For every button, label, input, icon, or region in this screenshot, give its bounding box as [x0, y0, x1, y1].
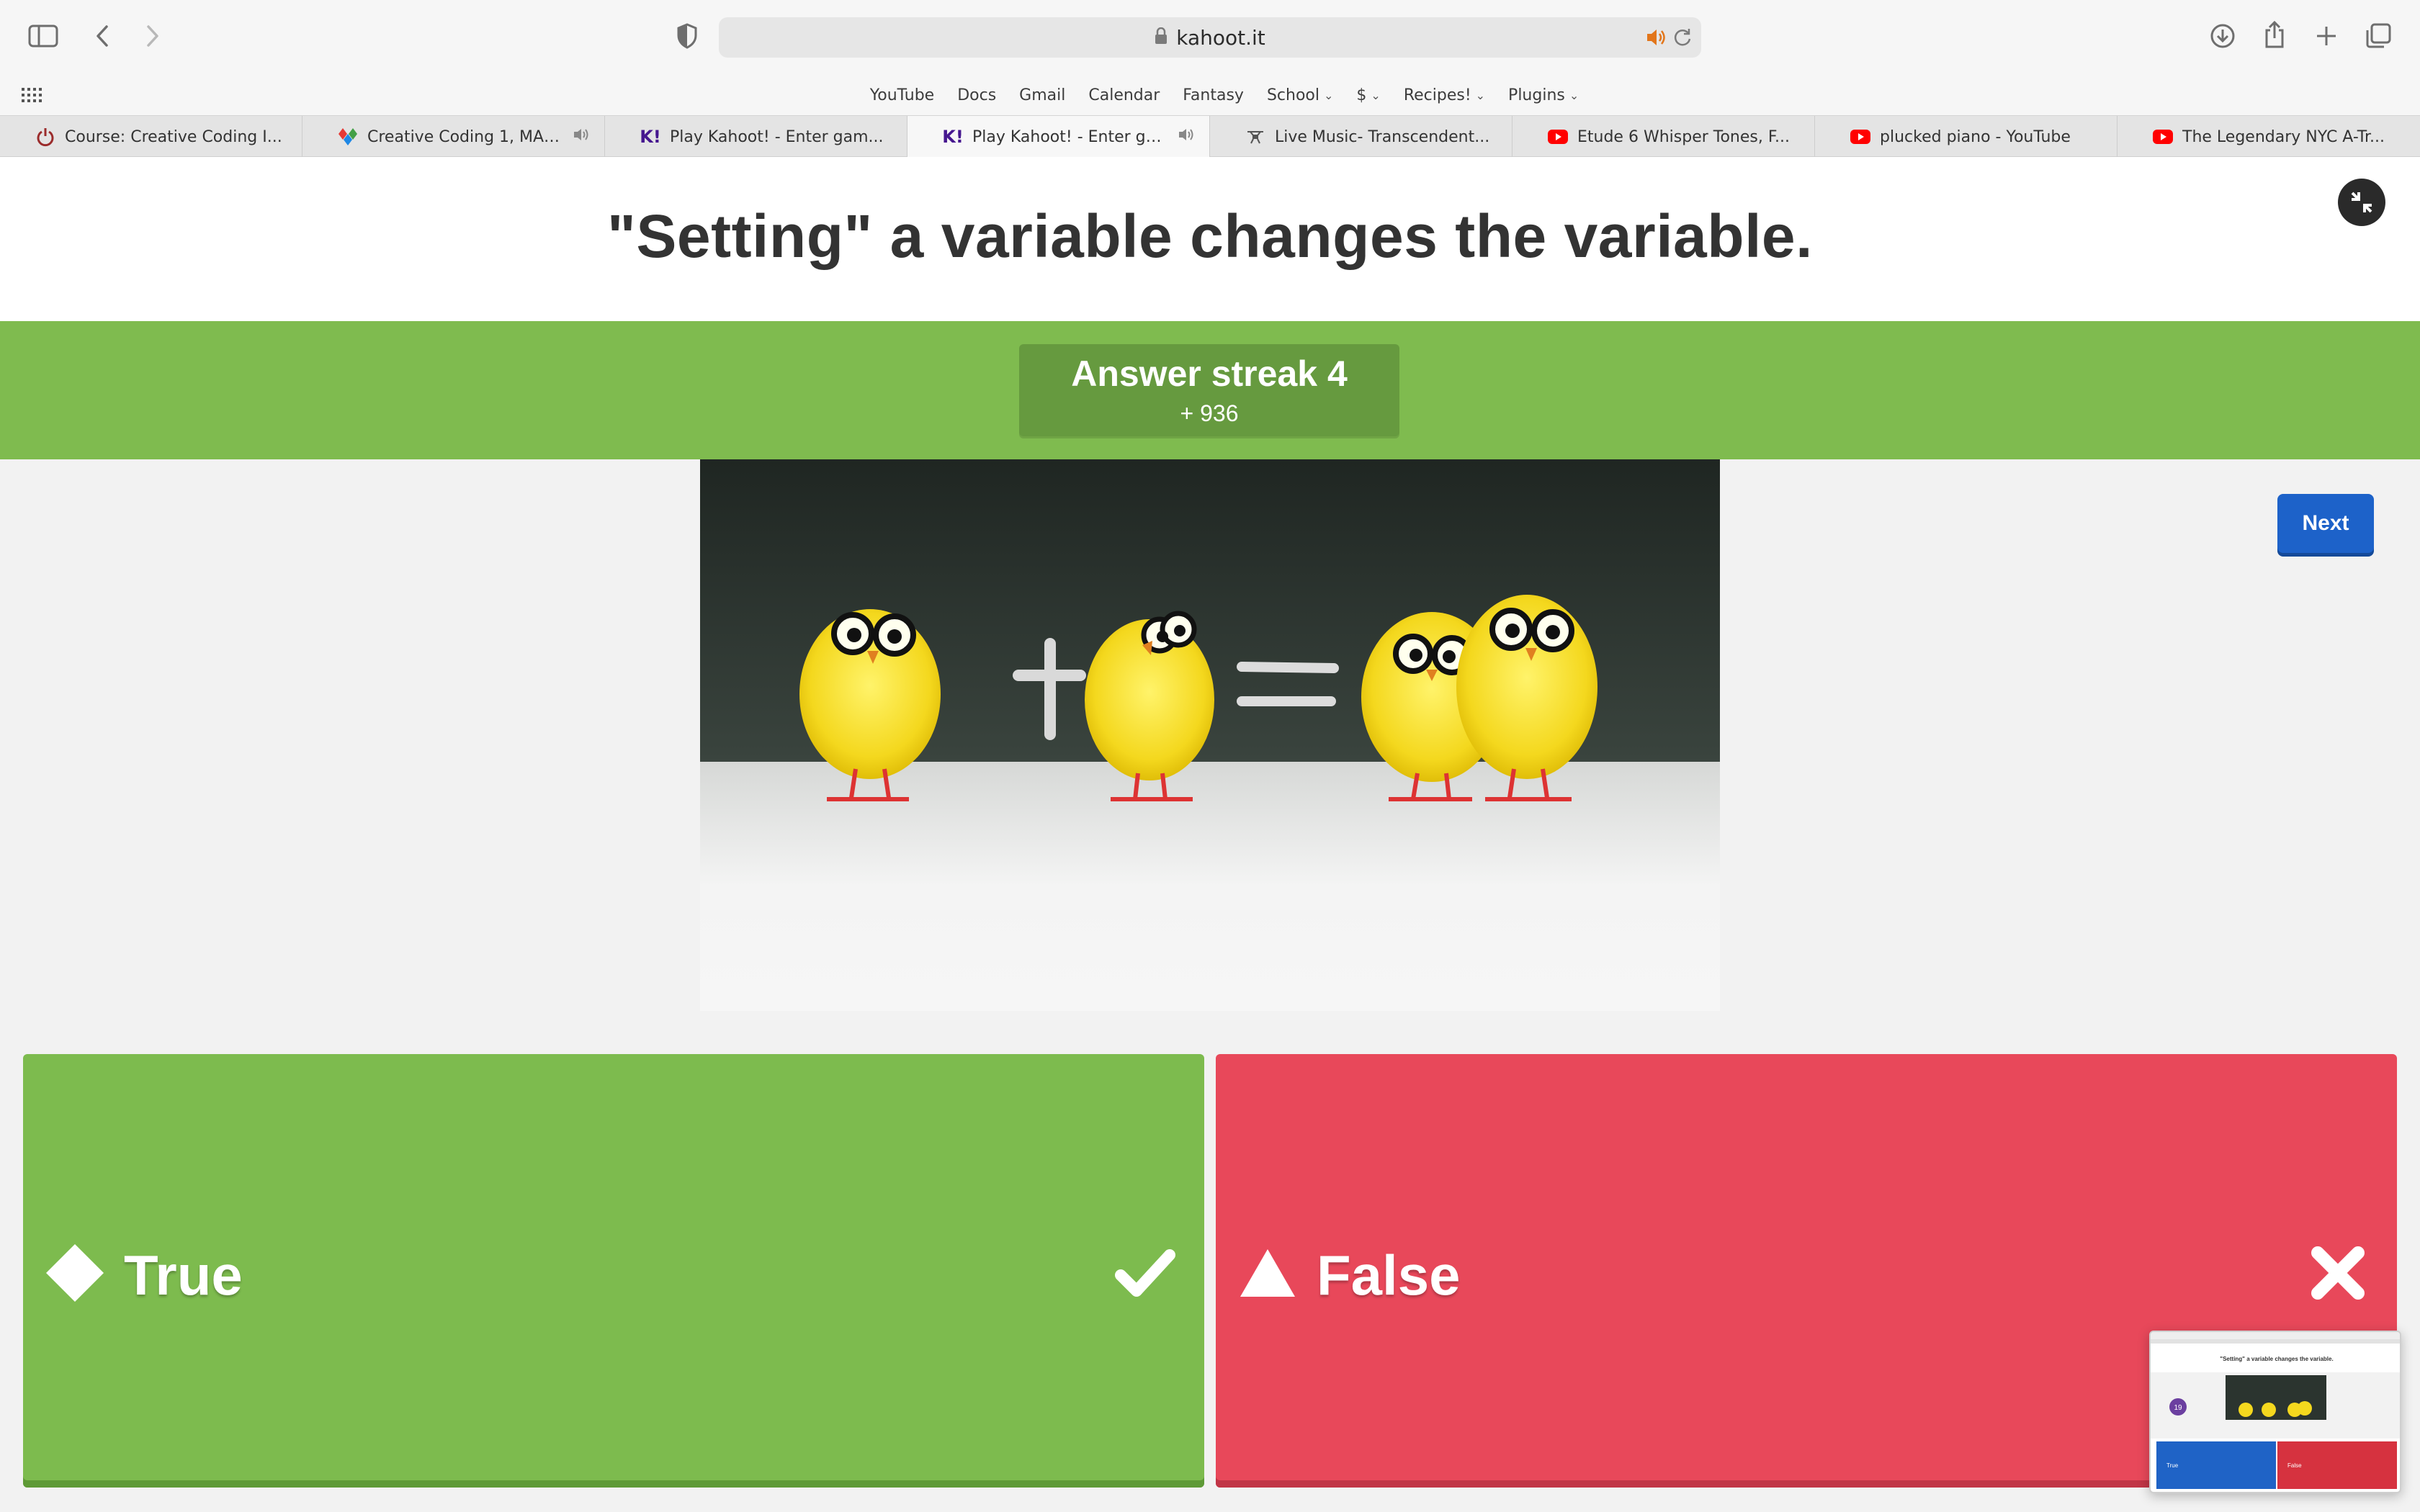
tab-overview-icon[interactable]	[2364, 22, 2393, 50]
browser-toolbar: kahoot.it	[0, 0, 2420, 75]
bookmark-folder-school[interactable]: School ⌄	[1267, 86, 1333, 104]
exit-fullscreen-icon	[2351, 192, 2372, 213]
sidebar-toggle-icon[interactable]	[27, 22, 59, 50]
bookmark-docs[interactable]: Docs	[957, 86, 996, 104]
tab-course-creative-coding[interactable]: Course: Creative Coding I...	[0, 116, 302, 158]
youtube-icon	[2152, 126, 2174, 148]
pip-question-text: "Setting" a variable changes the variabl…	[2220, 1356, 2333, 1362]
drone-icon	[1245, 126, 1266, 148]
pip-false-label: False	[2287, 1462, 2302, 1469]
bookmark-calendar[interactable]: Calendar	[1088, 86, 1160, 104]
tab-plucked-piano[interactable]: plucked piano - YouTube	[1815, 116, 2118, 158]
lock-icon	[1155, 26, 1168, 50]
bookmark-folder-money[interactable]: $ ⌄	[1356, 86, 1380, 104]
reload-icon[interactable]	[1672, 27, 1693, 50]
audio-playing-icon[interactable]	[1645, 27, 1667, 50]
privacy-shield-icon[interactable]	[674, 22, 700, 50]
downloads-icon[interactable]	[2208, 20, 2237, 52]
question-header: "Setting" a variable changes the variabl…	[0, 157, 2420, 321]
back-icon[interactable]	[89, 20, 115, 52]
url-text: kahoot.it	[1176, 25, 1265, 50]
cross-icon	[2303, 1238, 2372, 1308]
new-tab-icon[interactable]	[2312, 22, 2341, 50]
question-image	[700, 459, 1720, 1011]
tab-live-music[interactable]: Live Music- Transcendent...	[1210, 116, 1512, 158]
forward-icon[interactable]	[140, 20, 166, 52]
triangle-icon	[1236, 1241, 1299, 1305]
speaker-icon[interactable]	[1178, 127, 1195, 147]
pip-badge: 19	[2174, 1404, 2182, 1412]
next-button[interactable]: Next	[2277, 494, 2374, 553]
bookmark-list: YouTube Docs Gmail Calendar Fantasy Scho…	[0, 75, 2420, 115]
bookmark-folder-recipes[interactable]: Recipes! ⌄	[1404, 86, 1485, 104]
bookmark-fantasy[interactable]: Fantasy	[1183, 86, 1244, 104]
youtube-icon	[1850, 126, 1871, 148]
streak-box: Answer streak 4 + 936	[1019, 344, 1399, 436]
address-bar[interactable]: kahoot.it	[719, 17, 1701, 58]
streak-points: + 936	[1180, 400, 1239, 426]
url-display[interactable]: kahoot.it	[719, 17, 1701, 58]
answer-true-label: True	[124, 1243, 243, 1307]
diamonds-icon	[337, 126, 359, 148]
youtube-icon	[1547, 126, 1569, 148]
bookmarks-bar: YouTube Docs Gmail Calendar Fantasy Scho…	[0, 75, 2420, 115]
chevron-down-icon: ⌄	[1371, 88, 1381, 102]
pip-true-label: True	[2166, 1462, 2179, 1469]
share-icon[interactable]	[2260, 17, 2289, 52]
bookmark-youtube[interactable]: YouTube	[870, 86, 934, 104]
kahoot-icon: K!	[942, 127, 964, 147]
bookmark-folder-plugins[interactable]: Plugins ⌄	[1508, 86, 1579, 104]
chevron-down-icon: ⌄	[1324, 88, 1334, 102]
kahoot-icon: K!	[640, 127, 661, 147]
bookmark-gmail[interactable]: Gmail	[1019, 86, 1065, 104]
power-icon	[35, 126, 56, 148]
diamond-icon	[43, 1241, 107, 1305]
streak-title: Answer streak 4	[1071, 354, 1348, 394]
tab-etude-6[interactable]: Etude 6 Whisper Tones, F...	[1512, 116, 1815, 158]
exit-fullscreen-button[interactable]	[2338, 179, 2385, 226]
tab-play-kahoot-2[interactable]: K! Play Kahoot! - Enter gam...	[908, 116, 1210, 158]
chevron-down-icon: ⌄	[1569, 88, 1579, 102]
tab-play-kahoot-1[interactable]: K! Play Kahoot! - Enter gam...	[605, 116, 908, 158]
checkmark-icon	[1111, 1238, 1180, 1308]
answer-false-label: False	[1317, 1243, 1461, 1307]
tab-legendary-nyc[interactable]: The Legendary NYC A-Tr...	[2118, 116, 2420, 158]
speaker-icon[interactable]	[573, 127, 590, 147]
tab-strip: Course: Creative Coding I... Creative Co…	[0, 115, 2420, 158]
question-title: "Setting" a variable changes the variabl…	[607, 202, 1813, 270]
chevron-down-icon: ⌄	[1475, 88, 1486, 102]
tab-creative-coding-mart[interactable]: Creative Coding 1, MART...	[302, 116, 605, 158]
answer-streak-banner: Answer streak 4 + 936	[0, 321, 2420, 459]
answer-true[interactable]: True	[23, 1054, 1204, 1488]
video-preview-thumbnail[interactable]: "Setting" a variable changes the variabl…	[2149, 1331, 2401, 1493]
